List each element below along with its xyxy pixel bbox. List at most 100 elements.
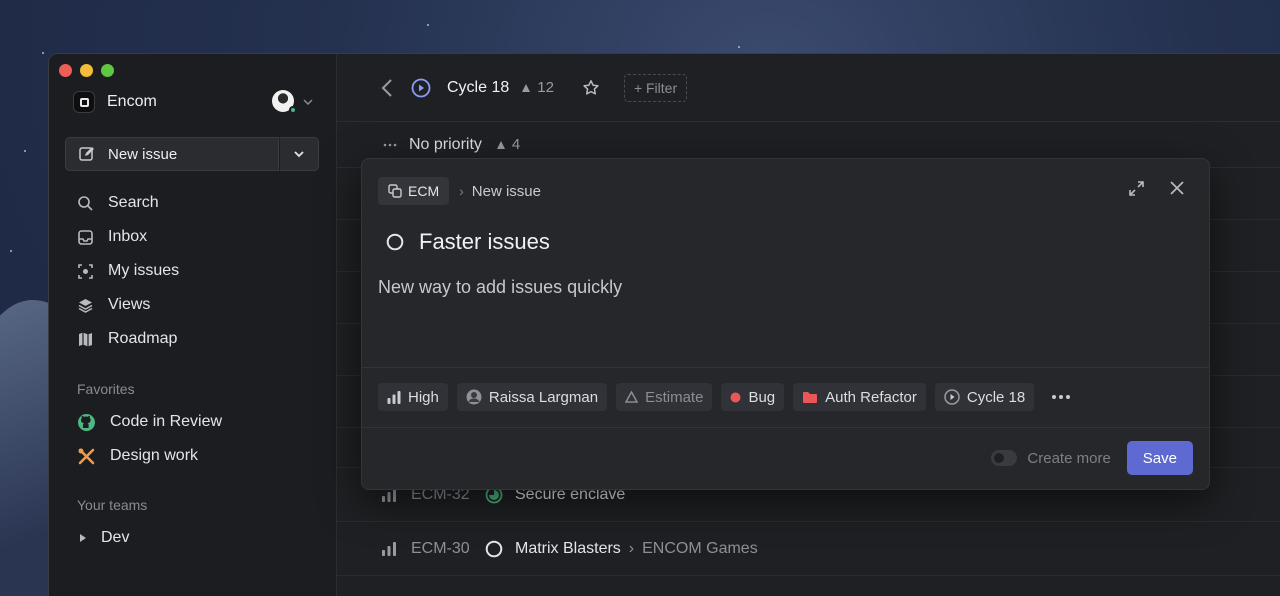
team-item-dev[interactable]: Dev <box>65 521 320 555</box>
layers-icon <box>78 298 93 313</box>
back-icon[interactable] <box>381 78 393 98</box>
sidebar-item-my-issues[interactable]: My issues <box>65 254 320 288</box>
modal-footer: Create more Save <box>991 441 1193 475</box>
cycle-icon <box>944 389 960 405</box>
star <box>427 24 429 26</box>
group-count-value: 4 <box>511 136 521 153</box>
bug-label-dot-icon <box>730 392 741 402</box>
expand-icon[interactable] <box>1128 180 1145 197</box>
label-chip[interactable]: Bug <box>721 383 785 411</box>
close-icon[interactable] <box>1169 180 1185 196</box>
workspace-name: Encom <box>107 93 157 110</box>
workspace-logo <box>73 91 95 113</box>
page-title: Cycle 18 <box>447 78 510 96</box>
chevron-down-icon <box>294 151 304 158</box>
divider <box>362 367 1209 368</box>
priority-chip[interactable]: High <box>378 383 448 411</box>
breadcrumb-separator: › <box>628 539 635 557</box>
sidebar-item-label: Views <box>108 296 151 313</box>
favorite-item-code-in-review[interactable]: Code in Review <box>65 405 320 439</box>
priority-high-icon <box>387 390 401 404</box>
project-label: Auth Refactor <box>825 388 917 406</box>
table-row[interactable]: ECM-30 Matrix Blasters › ENCOM Games <box>337 522 1280 576</box>
inbox-icon <box>78 229 93 245</box>
design-tools-icon <box>78 448 95 464</box>
breadcrumb-separator: › <box>459 183 464 199</box>
folder-icon <box>803 391 818 403</box>
new-issue-button[interactable]: New issue <box>65 137 279 171</box>
estimate-chip[interactable]: Estimate <box>616 383 713 411</box>
todo-status-icon[interactable] <box>485 540 503 558</box>
project-chip[interactable]: Auth Refactor <box>793 383 926 411</box>
new-issue-group: New issue <box>65 137 319 171</box>
teams-heading: Your teams <box>77 497 148 513</box>
favorite-item-label: Design work <box>110 447 199 464</box>
compose-icon <box>79 147 94 161</box>
priority-high-icon <box>382 541 396 556</box>
sidebar-item-label: My issues <box>108 262 180 279</box>
sidebar-item-search[interactable]: Search <box>65 186 320 220</box>
sidebar-item-views[interactable]: Views <box>65 288 320 322</box>
issue-count-icon <box>522 83 531 92</box>
team-item-label: Dev <box>101 529 130 546</box>
issue-description-field[interactable]: New way to add issues quickly <box>378 277 622 298</box>
sidebar-item-inbox[interactable]: Inbox <box>65 220 320 254</box>
assignee-chip[interactable]: Raissa Largman <box>456 383 608 411</box>
sidebar-item-roadmap[interactable]: Roadmap <box>65 322 320 356</box>
todo-status-icon[interactable] <box>386 233 404 251</box>
sidebar-nav: Search Inbox My issues Views Roadmap <box>65 186 320 356</box>
group-count: 4 <box>496 136 520 153</box>
estimate-label: Estimate <box>645 388 704 406</box>
star <box>10 250 12 252</box>
cycle-chip[interactable]: Cycle 18 <box>934 383 1035 411</box>
new-issue-label: New issue <box>108 145 178 163</box>
issue-properties: High Raissa Largman Estimate Bug Auth Re… <box>378 383 1079 411</box>
assignee-avatar-icon <box>466 389 482 405</box>
issue-title-field[interactable]: Faster issues <box>386 229 550 255</box>
group-label: No priority <box>409 135 482 153</box>
issue-count-value: 12 <box>537 79 554 96</box>
new-issue-modal: ECM › New issue Faster issues New way to… <box>361 158 1210 490</box>
favorites-list: Code in Review Design work <box>65 405 320 473</box>
create-more-toggle[interactable] <box>991 450 1018 466</box>
team-icon <box>388 184 402 198</box>
modal-header: ECM › New issue <box>378 177 1193 205</box>
workspace-switcher[interactable]: Encom <box>73 90 320 114</box>
label-label: Bug <box>748 388 776 406</box>
window-controls <box>59 64 114 77</box>
assignee-label: Raissa Largman <box>488 388 599 406</box>
chevron-down-icon[interactable] <box>302 96 314 108</box>
save-button[interactable]: Save <box>1126 441 1193 475</box>
github-icon <box>78 413 95 431</box>
zoom-window-button[interactable] <box>101 64 114 77</box>
create-more-label: Create more <box>1027 449 1111 467</box>
star <box>42 52 44 54</box>
sidebar-item-label: Search <box>108 194 159 211</box>
sidebar-item-label: Inbox <box>108 228 148 245</box>
minimize-window-button[interactable] <box>80 64 93 77</box>
more-options-button[interactable] <box>1043 383 1079 411</box>
divider <box>362 427 1209 428</box>
issue-id: ECM-30 <box>411 539 470 557</box>
search-icon <box>78 195 93 211</box>
team-selector[interactable]: ECM <box>378 177 450 205</box>
caret-right-icon[interactable] <box>79 533 87 543</box>
star <box>24 150 26 152</box>
modal-actions <box>1128 180 1185 197</box>
cycle-label: Cycle 18 <box>966 388 1026 406</box>
sidebar: Encom New issue Search Inbox My issues V… <box>49 54 337 596</box>
close-window-button[interactable] <box>59 64 72 77</box>
estimate-icon <box>625 391 639 403</box>
priority-label: High <box>408 388 439 406</box>
issue-title-input[interactable]: Faster issues <box>419 229 550 255</box>
sidebar-item-label: Roadmap <box>108 330 178 347</box>
new-issue-dropdown-button[interactable] <box>279 137 319 171</box>
favorite-item-label: Code in Review <box>110 413 223 430</box>
issue-title: Matrix Blasters <box>515 539 621 557</box>
cycle-icon <box>411 78 431 97</box>
favorite-item-design-work[interactable]: Design work <box>65 439 320 473</box>
cycle-header: Cycle 18 12 + Filter <box>337 54 1280 122</box>
filter-button[interactable]: + Filter <box>623 73 688 102</box>
star-icon[interactable] <box>582 79 600 97</box>
favorites-heading: Favorites <box>77 381 135 397</box>
